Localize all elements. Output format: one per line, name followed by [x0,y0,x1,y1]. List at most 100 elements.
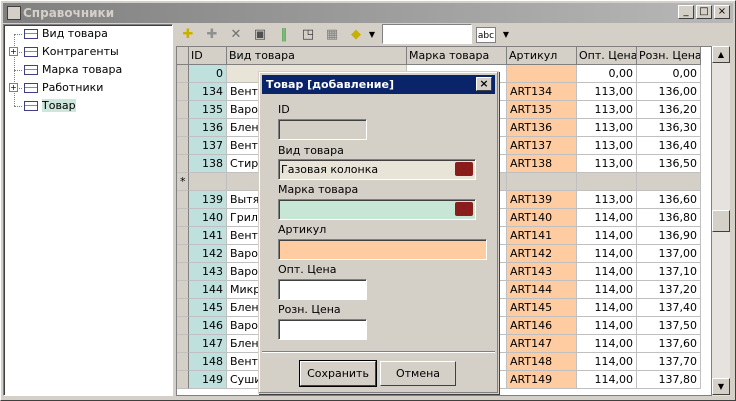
column-header[interactable]: Марка товара [407,47,507,65]
grid-cell[interactable]: 147 [189,335,227,353]
grid-cell[interactable]: ART138 [507,155,577,173]
grid-cell[interactable]: 114,00 [577,335,637,353]
grid-cell[interactable]: 0,00 [577,65,637,83]
case-icon[interactable]: abc [476,27,496,43]
rozn-price-field[interactable] [278,319,367,340]
scroll-up-icon[interactable]: ▲ [712,46,730,63]
grid-cell[interactable]: 113,00 [577,83,637,101]
grid-cell[interactable]: 142 [189,245,227,263]
grid-cell[interactable]: 114,00 [577,353,637,371]
grid-cell[interactable]: 137,60 [637,335,701,353]
grid-cell[interactable]: 113,00 [577,155,637,173]
grid-cell[interactable]: ART143 [507,263,577,281]
row-indicator[interactable] [177,155,189,173]
save-button[interactable]: Сохранить [299,360,377,387]
grid-cell[interactable]: 137,70 [637,353,701,371]
grid-cell[interactable]: 149 [189,371,227,389]
grid-cell[interactable] [189,173,227,191]
delete-icon[interactable]: ✕ [228,27,244,43]
dropdown-arrow-icon[interactable]: ▼ [364,27,380,43]
grid-cell[interactable]: 136,20 [637,101,701,119]
grid-cell[interactable]: ART137 [507,137,577,155]
grid-cell[interactable]: 140 [189,209,227,227]
grid-cell[interactable]: 113,00 [577,101,637,119]
cancel-button[interactable]: Отмена [380,361,456,386]
grid-cell[interactable]: 136,60 [637,191,701,209]
grid-cell[interactable]: ART134 [507,83,577,101]
grid-cell[interactable]: ART148 [507,353,577,371]
grid-cell[interactable]: ART135 [507,101,577,119]
grid-cell[interactable]: 137,40 [637,299,701,317]
grid-cell[interactable]: 136 [189,119,227,137]
dialog-close-button[interactable]: × [476,77,492,91]
add-icon[interactable]: ✚ [180,27,196,43]
tree-item-tovar[interactable]: Товар [24,97,76,115]
scroll-down-icon[interactable]: ▼ [712,378,730,395]
grid-cell[interactable]: 114,00 [577,263,637,281]
row-indicator[interactable] [177,83,189,101]
row-indicator[interactable] [177,371,189,389]
row-indicator[interactable] [177,137,189,155]
tree-item-kontragenty[interactable]: + Контрагенты [9,43,119,61]
row-indicator[interactable] [177,209,189,227]
grid-cell[interactable]: 0,00 [637,65,701,83]
grid-cell[interactable]: ART145 [507,299,577,317]
row-indicator[interactable] [177,299,189,317]
minimize-button[interactable]: _ [678,5,694,19]
vid-field[interactable]: Газовая колонка [278,159,476,180]
grid-cell[interactable]: 136,80 [637,209,701,227]
column-header[interactable]: Вид товара [227,47,407,65]
expand-icon[interactable]: + [9,47,18,56]
grid-cell[interactable]: 143 [189,263,227,281]
grid-cell[interactable]: 114,00 [577,281,637,299]
grid-cell[interactable]: 114,00 [577,317,637,335]
grid-cell[interactable]: 144 [189,281,227,299]
grid-cell[interactable]: 145 [189,299,227,317]
opt-price-field[interactable] [278,279,367,300]
grid-cell[interactable]: 135 [189,101,227,119]
column-header[interactable]: Артикул [507,47,577,65]
row-indicator[interactable] [177,335,189,353]
grid-cell[interactable]: ART149 [507,371,577,389]
row-indicator[interactable] [177,353,189,371]
grid-cell[interactable]: 137,50 [637,317,701,335]
grid-cell[interactable]: 137,80 [637,371,701,389]
book-icon[interactable] [455,162,473,176]
grid-cell[interactable]: 136,40 [637,137,701,155]
grid-cell[interactable]: 136,30 [637,119,701,137]
grid-cell[interactable]: 137,00 [637,245,701,263]
tree-item-marka-tovara[interactable]: Марка товара [24,61,122,79]
row-indicator[interactable] [177,65,189,83]
grid-cell[interactable]: 113,00 [577,119,637,137]
grid-cell[interactable]: 136,00 [637,83,701,101]
grid-icon[interactable]: ▦ [324,27,340,43]
filter-icon[interactable]: ◆ [348,27,364,43]
grid-cell[interactable]: 137,10 [637,263,701,281]
grid-cell[interactable] [507,65,577,83]
column-header[interactable]: Розн. Цена [637,47,701,65]
grid-cell[interactable]: 134 [189,83,227,101]
row-indicator[interactable] [177,227,189,245]
row-indicator[interactable] [177,101,189,119]
grid-cell[interactable]: ART139 [507,191,577,209]
search-input[interactable] [382,24,472,44]
column-header[interactable]: Опт. Цена [577,47,637,65]
grid-cell[interactable]: 113,00 [577,137,637,155]
grid-cell[interactable]: 139 [189,191,227,209]
grid-cell[interactable]: 114,00 [577,371,637,389]
grid-cell[interactable]: 136,50 [637,155,701,173]
grid-cell[interactable]: ART142 [507,245,577,263]
grid-cell[interactable]: 114,00 [577,299,637,317]
dropdown-arrow-icon[interactable]: ▼ [498,27,514,43]
marka-field[interactable] [278,199,476,220]
scroll-thumb[interactable] [712,210,730,232]
grid-cell[interactable]: 136,90 [637,227,701,245]
grid-cell[interactable]: 148 [189,353,227,371]
grid-cell[interactable]: ART136 [507,119,577,137]
grid-cell[interactable]: 114,00 [577,209,637,227]
grid-cell[interactable]: 0 [189,65,227,83]
edit-icon[interactable]: ▣ [252,27,268,43]
grid-cell[interactable]: 137 [189,137,227,155]
grid-cell[interactable]: 138 [189,155,227,173]
grid-cell[interactable] [577,173,637,191]
